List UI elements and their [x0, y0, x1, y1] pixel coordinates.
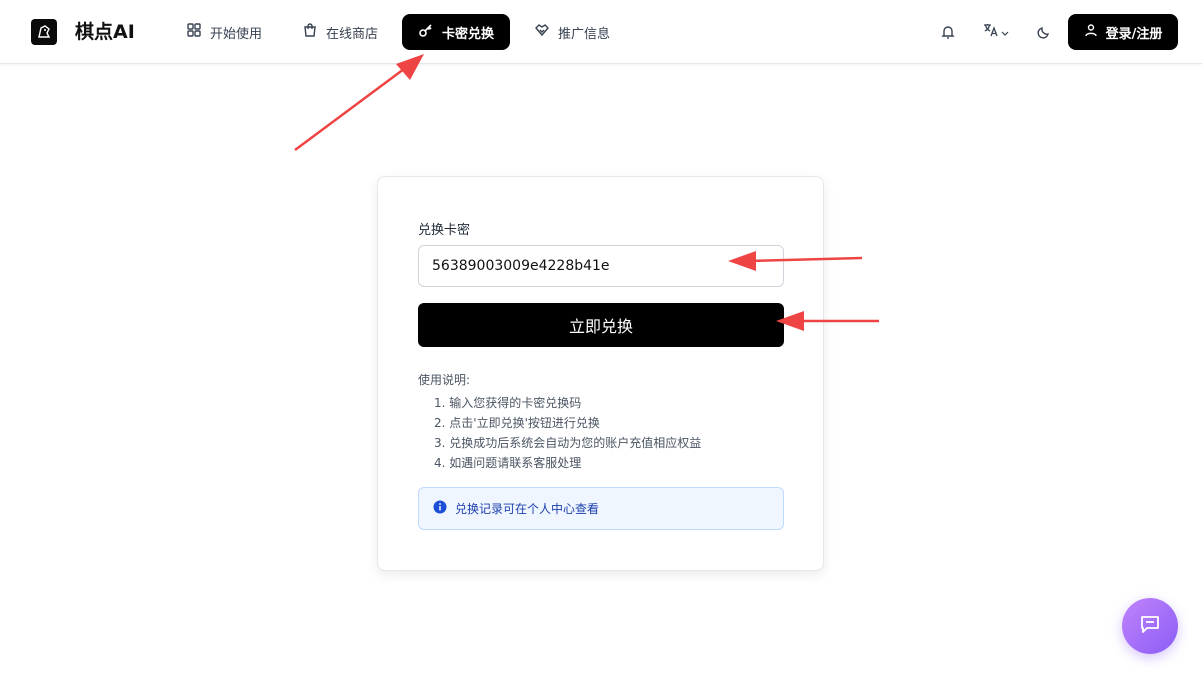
- info-notice: 兑换记录可在个人中心查看: [418, 487, 784, 530]
- usage-instructions-title: 使用说明:: [418, 373, 471, 387]
- info-text: 兑换记录可在个人中心查看: [455, 502, 600, 516]
- top-navbar: 棋点AI 开始使用 在线商店 卡密兑换 推广信息 登录/注册: [0, 0, 1202, 64]
- nav-getting-started[interactable]: 开始使用: [170, 14, 278, 50]
- redeem-code-input[interactable]: [418, 245, 784, 287]
- list-item: 2. 点击'立即兑换'按钮进行兑换: [434, 416, 600, 430]
- moon-icon[interactable]: [1034, 20, 1054, 44]
- bell-icon[interactable]: [938, 20, 958, 44]
- translate-icon: [982, 22, 1000, 42]
- nav-label: 推广信息: [558, 26, 611, 42]
- key-icon: [418, 22, 434, 42]
- logo-icon[interactable]: [31, 19, 57, 45]
- usage-instructions-list: 1. 输入您获得的卡密兑换码 2. 点击'立即兑换'按钮进行兑换 3. 兑换成功…: [434, 393, 701, 473]
- grid-icon: [186, 22, 202, 42]
- nav-label: 卡密兑换: [442, 26, 495, 42]
- nav-label: 开始使用: [210, 26, 263, 42]
- nav-label: 在线商店: [326, 26, 379, 42]
- redeem-card: 兑换卡密 立即兑换 使用说明: 1. 输入您获得的卡密兑换码 2. 点击'立即兑…: [377, 176, 824, 571]
- list-item: 1. 输入您获得的卡密兑换码: [434, 396, 582, 410]
- handshake-icon: [534, 22, 550, 42]
- login-label: 登录/注册: [1105, 26, 1163, 42]
- annotation-arrow: [294, 54, 424, 152]
- nav-online-store[interactable]: 在线商店: [286, 14, 394, 50]
- list-item: 4. 如遇问题请联系客服处理: [434, 456, 582, 470]
- brand-name[interactable]: 棋点AI: [75, 19, 135, 45]
- user-icon: [1084, 23, 1098, 41]
- language-switcher[interactable]: [978, 20, 1014, 44]
- redeem-now-button[interactable]: 立即兑换: [418, 303, 784, 347]
- login-register-button[interactable]: 登录/注册: [1068, 14, 1178, 50]
- nav-card-redeem[interactable]: 卡密兑换: [402, 14, 511, 50]
- chat-bubble-icon: [1138, 612, 1162, 640]
- shopping-bag-icon: [302, 22, 318, 42]
- list-item: 3. 兑换成功后系统会自动为您的账户充值相应权益: [434, 436, 702, 450]
- code-field-label: 兑换卡密: [418, 223, 471, 238]
- chevron-down-icon: [1000, 23, 1010, 42]
- info-icon: [433, 500, 447, 517]
- chat-support-button[interactable]: [1122, 598, 1178, 654]
- nav-promotion-info[interactable]: 推广信息: [518, 14, 626, 50]
